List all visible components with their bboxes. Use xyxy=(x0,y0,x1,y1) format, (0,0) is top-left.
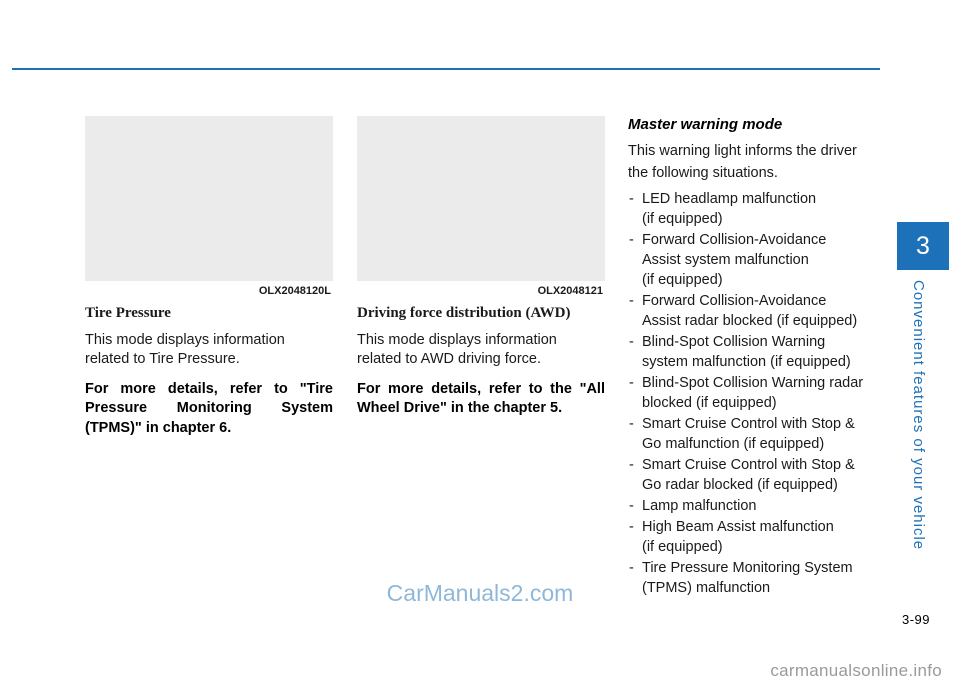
list-item-line: LED headlamp malfunction xyxy=(642,190,817,207)
list-item-line: Blind-Spot Collision Warning radar xyxy=(642,374,864,391)
list-item: Forward Collision-Avoidance Assist radar… xyxy=(628,291,883,331)
watermark-carmanualsonline: carmanualsonline.info xyxy=(770,661,942,680)
list-item: Blind-Spot Collision Warning radar block… xyxy=(628,373,883,413)
master-warning-intro: This warning light informs the driver th… xyxy=(628,141,883,185)
list-item: High Beam Assist malfunction (if equippe… xyxy=(628,517,883,557)
page-number: 3-99 xyxy=(901,612,930,627)
list-item-line: (if equipped) xyxy=(642,271,723,288)
list-item-line: Lamp malfunction xyxy=(642,497,757,514)
column-three: Master warning mode This warning light i… xyxy=(628,116,883,599)
column-two: OLX2048121 Driving force distribution (A… xyxy=(357,116,605,419)
section-note-driving-force: For more details, refer to the "All Whee… xyxy=(357,381,605,417)
section-heading-tire-pressure: Tire Pressure xyxy=(85,305,171,321)
manual-page: 3-99 3 Convenient features of your vehic… xyxy=(0,0,960,689)
list-item-line: Smart Cruise Control with Stop & xyxy=(642,456,855,473)
figure-tire-pressure: OLX2048120L xyxy=(85,116,333,297)
list-item: Smart Cruise Control with Stop & Go malf… xyxy=(628,414,883,454)
figure-image xyxy=(85,116,333,281)
list-item-line: (if equipped) xyxy=(642,538,723,555)
list-item: Lamp malfunction xyxy=(628,496,883,516)
list-item: Smart Cruise Control with Stop & Go rada… xyxy=(628,455,883,495)
section-heading-driving-force: Driving force distribution (AWD) xyxy=(357,305,571,321)
column-one: OLX2048120L Tire Pressure This mode disp… xyxy=(85,116,333,438)
list-item-line: Tire Pressure Monitoring System xyxy=(642,559,853,576)
list-item-line: Assist radar blocked (if equipped) xyxy=(642,312,858,329)
list-item: Forward Collision-Avoidance Assist syste… xyxy=(628,230,883,290)
header-rule xyxy=(12,68,880,70)
list-item-line: Blind-Spot Collision Warning xyxy=(642,333,826,350)
list-item: LED headlamp malfunction (if equipped) xyxy=(628,189,883,229)
list-item-line: blocked (if equipped) xyxy=(642,394,777,411)
watermark-carmanuals: CarManuals2.com xyxy=(386,580,574,606)
list-item-line: (if equipped) xyxy=(642,210,723,227)
list-item-line: Assist system malfunction xyxy=(642,251,809,268)
list-item-line: Smart Cruise Control with Stop & xyxy=(642,415,855,432)
list-item-line: Go malfunction (if equipped) xyxy=(642,435,825,452)
figure-image xyxy=(357,116,605,281)
section-note-tire-pressure: For more details, refer to "Tire Pressur… xyxy=(85,381,333,436)
list-item-line: High Beam Assist malfunction xyxy=(642,518,834,535)
master-warning-list: LED headlamp malfunction (if equipped) F… xyxy=(628,189,883,598)
master-warning-intro-line1: This warning light informs the driver xyxy=(628,143,857,159)
figure-driving-force: OLX2048121 xyxy=(357,116,605,297)
chapter-tab-title: Convenient features of your vehicle xyxy=(910,280,927,551)
list-item-line: Forward Collision-Avoidance xyxy=(642,231,827,248)
figure-code: OLX2048121 xyxy=(537,285,603,297)
chapter-tab-number: 3 xyxy=(897,222,949,270)
list-item-line: Go radar blocked (if equipped) xyxy=(642,476,838,493)
figure-code: OLX2048120L xyxy=(258,285,331,297)
section-heading-master-warning: Master warning mode xyxy=(628,116,783,133)
list-item-line: system malfunction (if equipped) xyxy=(642,353,851,370)
section-paragraph-driving-force: This mode displays information related t… xyxy=(357,332,557,368)
section-paragraph-tire-pressure: This mode displays information related t… xyxy=(85,332,285,368)
master-warning-intro-line2: the following situations. xyxy=(628,164,778,181)
list-item: Blind-Spot Collision Warning system malf… xyxy=(628,332,883,372)
list-item-line: Forward Collision-Avoidance xyxy=(642,292,827,309)
